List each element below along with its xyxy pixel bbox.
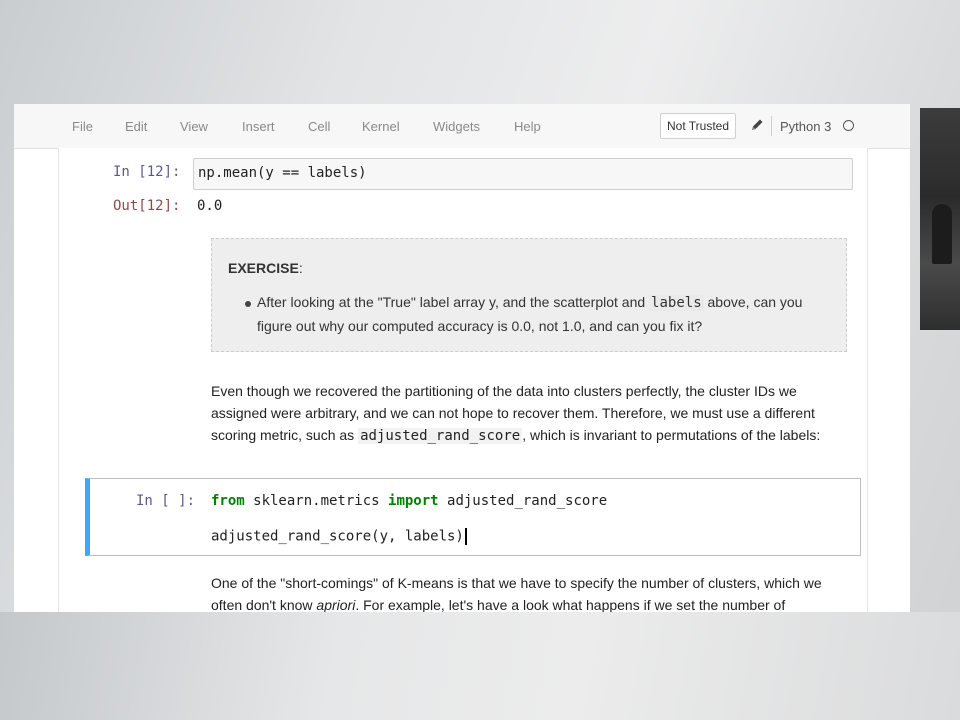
menu-view[interactable]: View [180,119,208,134]
toolbar-separator [771,116,772,136]
pencil-icon[interactable] [749,117,765,133]
menu-widgets[interactable]: Widgets [433,119,480,134]
notebook-menubar: File Edit View Insert Cell Kernel Widget… [14,104,910,149]
text-cursor [464,528,467,545]
code-cell-12[interactable]: np.mean(y == labels) [193,158,853,190]
keyword-from: from [211,493,245,509]
paragraph2-emphasis: apriori [316,597,356,612]
exercise-text: After looking at the "True" label array … [257,291,829,338]
code-line-call: adjusted_rand_score(y, labels) [211,528,467,545]
imported-name: adjusted_rand_score [438,493,608,509]
markdown-paragraph-2: One of the "short-comings" of K-means is… [211,572,851,612]
notebook-container: In [12]: np.mean(y == labels) Out[12]: 0… [58,148,868,612]
markdown-paragraph-1: Even though we recovered the partitionin… [211,380,851,447]
menu-cell[interactable]: Cell [308,119,330,134]
menu-help[interactable]: Help [514,119,541,134]
input-prompt-empty: In [ ]: [136,493,196,509]
projected-notebook-screen: File Edit View Insert Cell Kernel Widget… [14,104,910,612]
menu-edit[interactable]: Edit [125,119,147,134]
output-prompt-12: Out[12]: [113,198,181,214]
paragraph2-part2: . For example, let's have a look what ha… [355,597,786,612]
exercise-inline-code: labels [649,295,704,311]
bullet-icon [245,301,251,307]
kernel-name[interactable]: Python 3 [780,119,831,134]
exercise-title-colon: : [298,260,303,276]
menu-kernel[interactable]: Kernel [362,119,400,134]
keyword-import: import [388,493,439,509]
function-call: adjusted_rand_score(y, labels) [211,528,464,545]
exercise-box: EXERCISE: After looking at the "True" la… [211,238,847,352]
code-line-import: from sklearn.metrics import adjusted_ran… [211,493,607,509]
paragraph1-inline-code: adjusted_rand_score [358,428,523,444]
output-value-12: 0.0 [197,198,223,214]
exercise-title-text: EXERCISE [228,260,299,276]
active-code-cell[interactable]: In [ ]: from sklearn.metrics import adju… [85,478,861,556]
background-wall [0,612,960,720]
exercise-title: EXERCISE: [228,260,303,276]
module-name: sklearn.metrics [244,493,389,509]
kernel-idle-icon [843,120,854,131]
exercise-text-part1: After looking at the "True" label array … [257,294,650,310]
code-line: np.mean(y == labels) [198,165,367,181]
not-trusted-button[interactable]: Not Trusted [660,113,737,139]
input-prompt-12: In [12]: [113,164,181,180]
paragraph1-part2: , which is invariant to permutations of … [522,427,821,443]
menu-file[interactable]: File [72,119,93,134]
presenter-silhouette [932,204,952,264]
menu-insert[interactable]: Insert [242,119,275,134]
presenter-video-thumbnail [920,108,960,330]
